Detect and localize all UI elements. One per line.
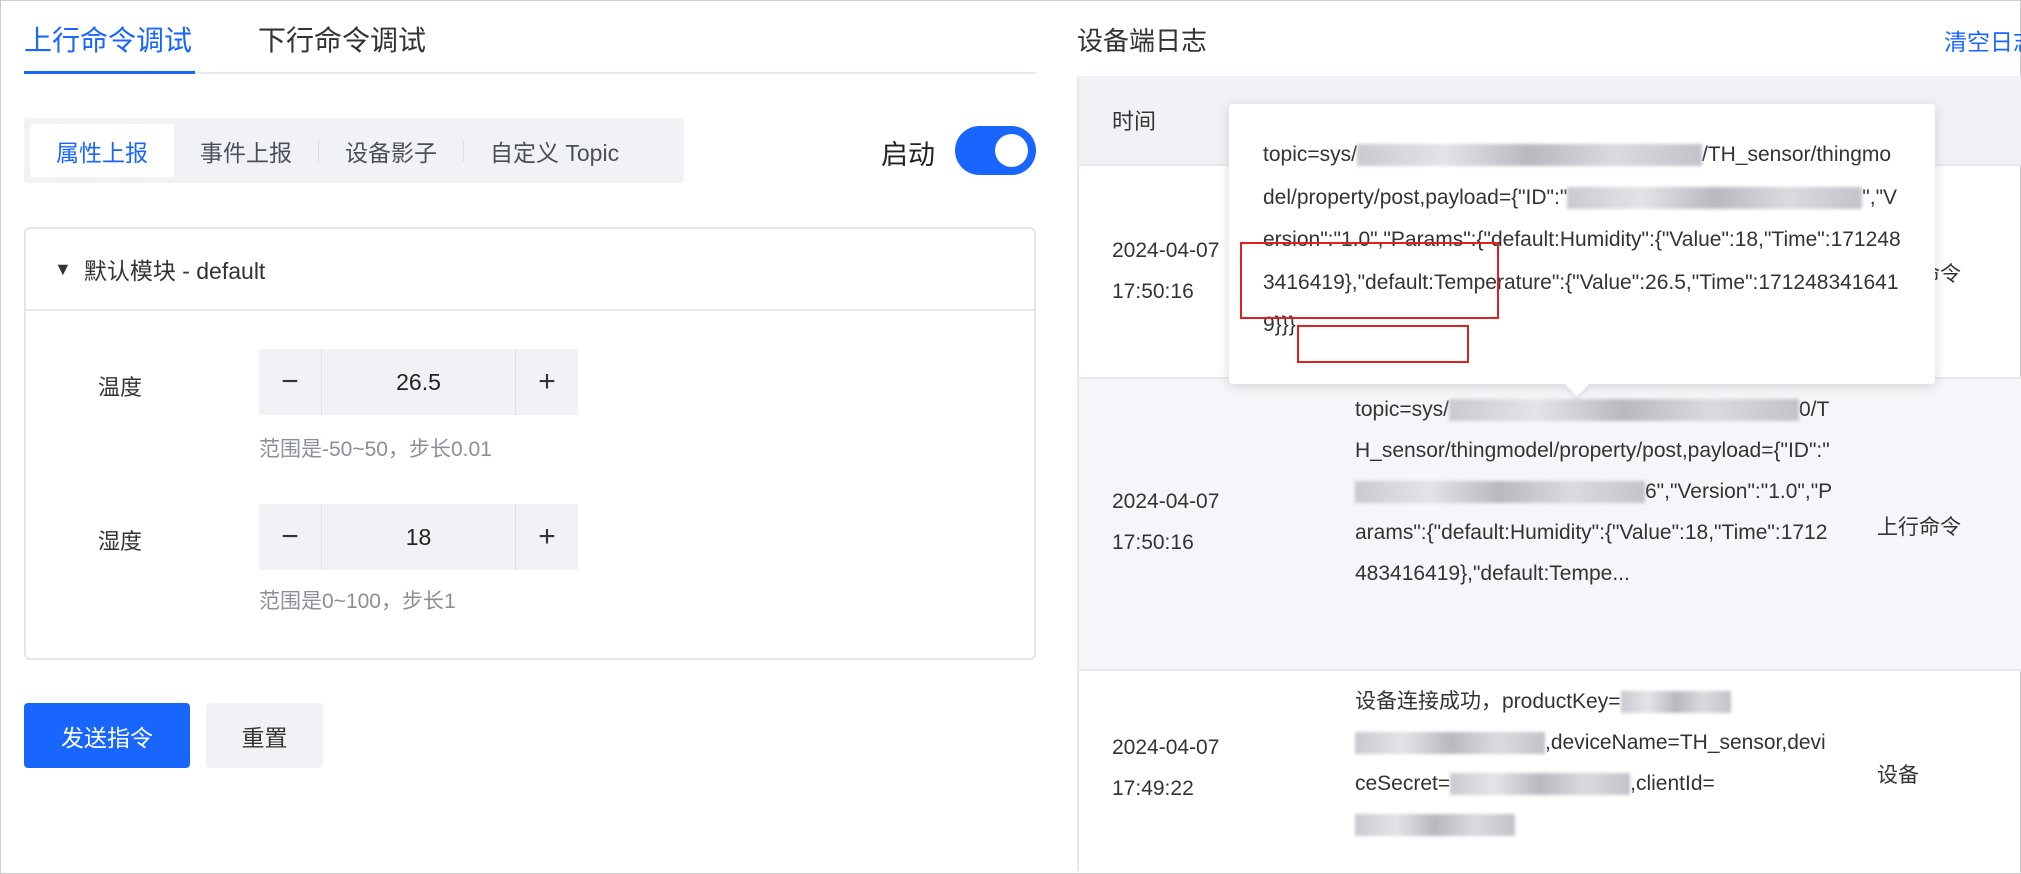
tab-active-indicator <box>24 71 195 74</box>
humidity-hint: 范围是0~100，步长1 <box>259 590 456 613</box>
module-title: 默认模块 - default <box>83 258 266 284</box>
redacted-text <box>1567 186 1863 209</box>
redacted-text <box>1448 399 1799 422</box>
module-header[interactable]: ▼ 默认模块 - default <box>26 229 1034 311</box>
toggle-knob <box>995 134 1028 167</box>
highlight-box-humidity <box>1240 242 1499 319</box>
segment-event[interactable]: 事件上报 <box>174 124 318 177</box>
log-time: 2024-04-07 17:49:22 <box>1112 736 1220 800</box>
caret-down-icon: ▼ <box>54 258 72 279</box>
log-text: ,clientId= <box>1630 772 1715 795</box>
redacted-text <box>1450 773 1631 796</box>
log-content: 设备连接成功，productKey=,deviceName=TH_sensor,… <box>1355 681 1835 845</box>
redacted-text <box>1620 691 1731 714</box>
log-content: topic=sys/0/TH_sensor/thingmodel/propert… <box>1355 389 1835 594</box>
temperature-stepper: − 26.5 + <box>259 349 578 415</box>
decrement-button[interactable]: − <box>259 504 321 570</box>
redacted-text <box>1355 481 1645 504</box>
header-time: 时间 <box>1112 109 1157 134</box>
segment-property[interactable]: 属性上报 <box>30 124 174 177</box>
log-title: 设备端日志 <box>1077 26 1208 56</box>
table-row[interactable]: 2024-04-07 17:50:16 topic=sys/0/TH_senso… <box>1079 379 2021 671</box>
decrement-button[interactable]: − <box>259 349 321 415</box>
toggle-label: 启动 <box>881 140 935 170</box>
increment-button[interactable]: + <box>516 349 578 415</box>
log-time: 2024-04-07 17:50:16 <box>1112 490 1220 554</box>
enable-toggle[interactable] <box>955 126 1036 175</box>
temperature-input[interactable]: 26.5 <box>321 349 516 415</box>
send-command-button[interactable]: 发送指令 <box>24 703 190 768</box>
increment-button[interactable]: + <box>516 504 578 570</box>
redacted-text <box>1355 732 1545 755</box>
redacted-text <box>1355 814 1515 837</box>
log-text: topic=sys/ <box>1355 398 1449 421</box>
redacted-text <box>1356 144 1702 167</box>
module-card: ▼ 默认模块 - default <box>24 227 1036 660</box>
clear-log-link[interactable]: 清空日志 <box>1944 23 2021 57</box>
tab-downlink[interactable]: 下行命令调试 <box>258 19 426 59</box>
humidity-input[interactable]: 18 <box>321 504 516 570</box>
log-text: 设备连接成功，productKey= <box>1355 690 1621 713</box>
tooltip-text: topic=sys/ <box>1263 143 1357 166</box>
temperature-hint: 范围是-50~50，步长0.01 <box>259 438 492 461</box>
log-type: 设备 <box>1877 764 1919 787</box>
humidity-stepper: − 18 + <box>259 504 578 570</box>
report-type-segment: 属性上报 事件上报 设备影子 自定义 Topic <box>24 118 684 183</box>
tab-uplink[interactable]: 上行命令调试 <box>24 19 192 59</box>
segment-shadow[interactable]: 设备影子 <box>319 124 463 177</box>
reset-button[interactable]: 重置 <box>206 703 323 768</box>
field-label-temperature: 温度 <box>98 375 143 400</box>
field-label-humidity: 湿度 <box>98 529 143 554</box>
segment-custom-topic[interactable]: 自定义 Topic <box>464 124 645 177</box>
table-row[interactable]: 2024-04-07 17:49:22 设备连接成功，productKey=,d… <box>1079 671 2021 871</box>
highlight-box-temperature <box>1297 325 1469 363</box>
log-type: 上行命令 <box>1877 516 1961 539</box>
